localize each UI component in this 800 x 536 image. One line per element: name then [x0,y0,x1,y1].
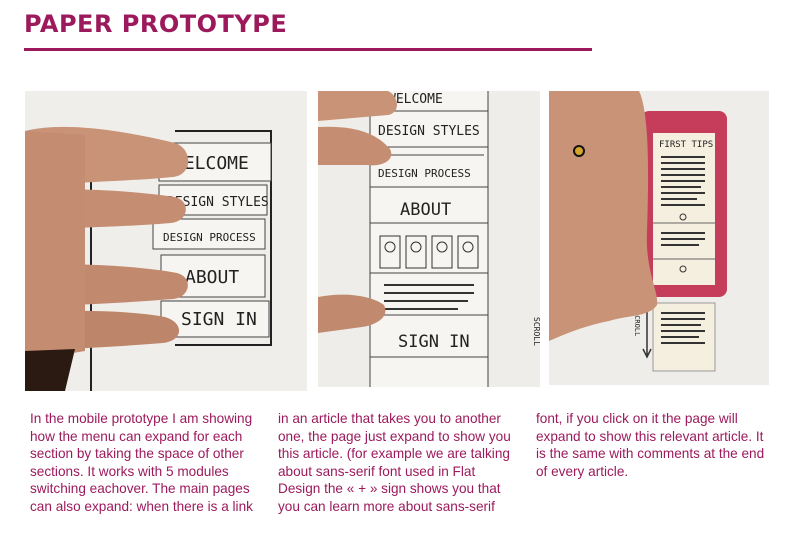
paragraph: in an article that takes you to another … [278,411,511,514]
scroll-label: SCROLL [532,317,540,346]
title-underline [24,48,592,51]
article-title: FIRST TIPS [659,140,713,150]
body-text-column-1: In the mobile prototype I am showing how… [30,410,262,516]
strip-label: SIGN IN [181,309,257,330]
page-title: PAPER PROTOTYPE [24,10,288,38]
photo-menu-prototype: WELCOME DESIGN STYLES DESIGN PROCESS ABO… [25,91,307,391]
strip-label: DESIGN PROCESS [163,231,256,244]
strip-label: DESIGN PROCESS [378,167,471,180]
strip-label: DESIGN STYLES [378,124,480,139]
strip-label: ABOUT [400,200,451,220]
body-text-column-3: font, if you click on it the page will e… [536,410,772,480]
strip-label: ABOUT [185,267,239,288]
strip-label: SIGN IN [398,332,470,352]
body-text-column-2: in an article that takes you to another … [278,410,518,516]
paragraph: font, if you click on it the page will e… [536,411,765,479]
photo-expanded-prototype: WELCOME DESIGN STYLES DESIGN PROCESS ABO… [318,91,540,387]
photo-article-prototype: FIRST TIPS SCROLL [549,91,769,385]
paragraph: In the mobile prototype I am showing how… [30,411,253,514]
